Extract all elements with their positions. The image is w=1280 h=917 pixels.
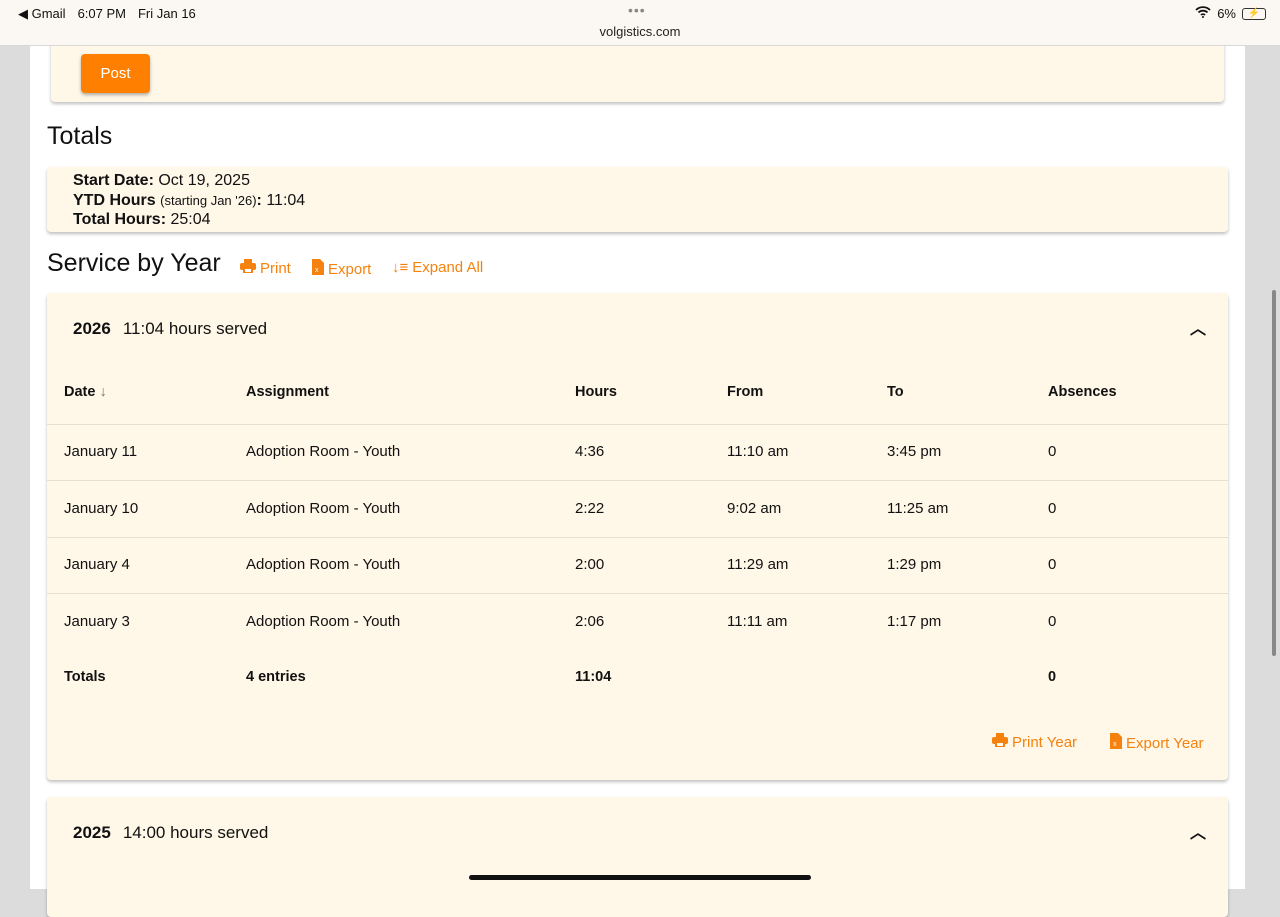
- chevron-up-icon[interactable]: ︿: [1190, 315, 1206, 339]
- cell-hours: 2:22: [575, 499, 605, 517]
- ytd-note: (starting Jan '26): [160, 192, 257, 208]
- cell-absences: 0: [1048, 612, 1057, 630]
- cell-absences: 0: [1048, 499, 1057, 517]
- service-by-year-heading: Service by Year: [47, 249, 221, 277]
- cell-from: 11:29 am: [727, 556, 789, 573]
- cell-assignment: Adoption Room - Youth: [246, 612, 401, 630]
- more-dots-icon[interactable]: •••: [628, 2, 646, 18]
- battery-charging-icon: ⚡: [1242, 7, 1266, 20]
- cell-date: January 3: [64, 612, 130, 630]
- year-2026-panel: 2026 11:04 hours served ︿ Date ↓ Assignme…: [47, 293, 1228, 780]
- totals-row-entries: 4 entries: [246, 669, 306, 685]
- time: 6:07 PM: [77, 6, 126, 21]
- print-button[interactable]: Print: [240, 259, 291, 277]
- column-header-from[interactable]: From: [727, 384, 763, 400]
- home-indicator[interactable]: [469, 875, 811, 880]
- totals-card: Start Date: Oct 19, 2025 YTD Hours (star…: [47, 167, 1228, 232]
- wifi-icon: [1195, 6, 1211, 21]
- totals-row-hours: 11:04: [575, 669, 612, 685]
- column-header-absences[interactable]: Absences: [1048, 384, 1117, 400]
- ios-status-bar: ◀ Gmail 6:07 PM Fri Jan 16 ••• volgistic…: [0, 0, 1280, 46]
- column-header-date[interactable]: Date ↓: [64, 384, 107, 400]
- totals-heading: Totals: [47, 122, 113, 150]
- year-2025-header[interactable]: 2025 14:00 hours served: [73, 823, 268, 843]
- row-divider: [47, 536, 1228, 538]
- arrow-down-icon: ↓: [99, 384, 107, 400]
- cell-assignment: Adoption Room - Youth: [246, 556, 401, 573]
- column-header-assignment[interactable]: Assignment: [246, 384, 329, 400]
- cell-assignment: Adoption Room - Youth: [246, 443, 401, 460]
- cell-to: 1:17 pm: [887, 612, 942, 630]
- cell-absences: 0: [1048, 443, 1057, 460]
- battery-percent: 6%: [1217, 6, 1236, 21]
- cell-hours: 4:36: [575, 443, 605, 460]
- ytd-hours-value: 11:04: [266, 191, 306, 209]
- cell-hours: 2:00: [575, 556, 605, 573]
- cell-date: January 10: [64, 499, 139, 517]
- svg-text:x: x: [1113, 741, 1117, 748]
- row-divider: [47, 480, 1228, 481]
- excel-file-icon: x: [312, 259, 324, 279]
- year-2025-panel: 2025 14:00 hours served ︿: [47, 797, 1228, 917]
- column-header-hours[interactable]: Hours: [575, 384, 617, 400]
- cell-from: 9:02 am: [727, 499, 782, 517]
- export-button[interactable]: x Export: [312, 259, 371, 279]
- cell-to: 3:45 pm: [887, 443, 942, 460]
- total-hours-label: Total Hours:: [73, 211, 167, 228]
- printer-icon: [240, 259, 256, 277]
- cell-from: 11:11 am: [727, 612, 788, 630]
- date: Fri Jan 16: [137, 6, 196, 21]
- export-year-button[interactable]: x Export Year: [1110, 733, 1204, 753]
- post-button[interactable]: Post: [81, 54, 150, 93]
- ytd-hours-label: YTD Hours: [73, 191, 156, 209]
- cell-date: January 4: [64, 556, 130, 573]
- printer-icon: [992, 733, 1008, 751]
- column-header-to[interactable]: To: [887, 384, 904, 400]
- cell-date: January 11: [64, 443, 138, 460]
- cell-from: 11:10 am: [727, 443, 789, 460]
- totals-row-absences: 0: [1048, 669, 1057, 685]
- cell-absences: 0: [1048, 556, 1057, 573]
- chevron-up-icon[interactable]: ︿: [1190, 819, 1206, 843]
- year-2026-header[interactable]: 2026 11:04 hours served: [73, 319, 267, 339]
- sort-expand-icon: ↓≡: [392, 259, 409, 276]
- cell-hours: 2:06: [575, 612, 605, 630]
- excel-file-icon: x: [1110, 733, 1122, 753]
- scrollbar[interactable]: [1272, 290, 1276, 656]
- start-date-value: Oct 19, 2025: [158, 172, 250, 189]
- start-date-label: Start Date:: [73, 172, 154, 189]
- cell-to: 1:29 pm: [887, 556, 942, 573]
- page-content: Post Totals Start Date: Oct 19, 2025 YTD…: [30, 0, 1245, 917]
- total-hours-value: 25:04: [170, 211, 211, 228]
- back-to-gmail[interactable]: ◀ Gmail: [18, 6, 66, 22]
- print-year-button[interactable]: Print Year: [992, 733, 1077, 751]
- cell-assignment: Adoption Room - Youth: [246, 499, 401, 517]
- expand-all-button[interactable]: ↓≡ Expand All: [392, 259, 483, 276]
- svg-text:x: x: [315, 267, 319, 274]
- totals-row-label: Totals: [64, 669, 106, 685]
- url-label[interactable]: volgistics.com: [0, 24, 1280, 39]
- row-divider: [47, 593, 1228, 594]
- cell-to: 11:25 am: [887, 499, 949, 517]
